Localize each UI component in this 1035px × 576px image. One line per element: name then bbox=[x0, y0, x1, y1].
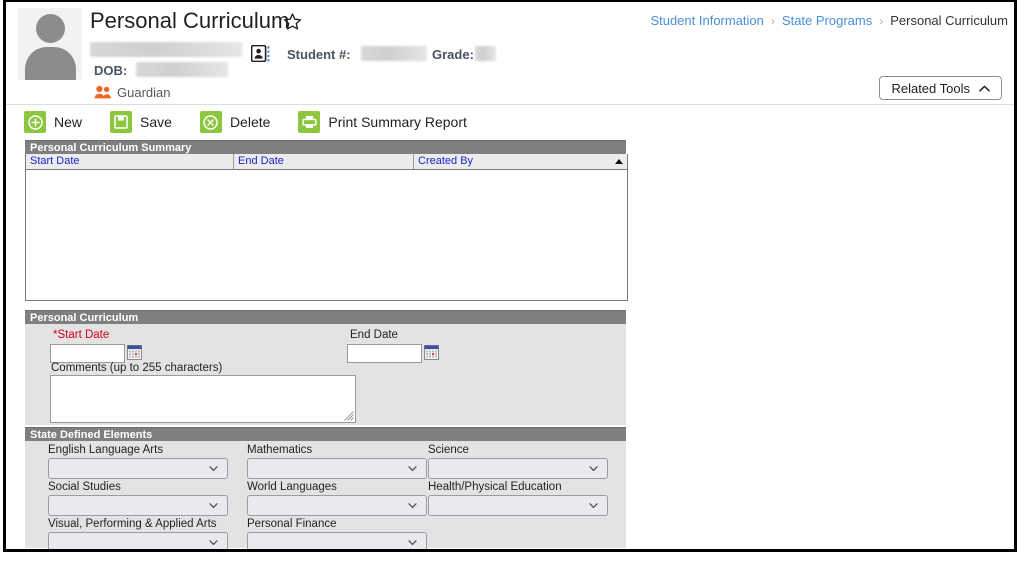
column-header-start-date[interactable]: Start Date bbox=[26, 154, 234, 169]
application-window: Personal Curriculum DOB: Student #: Grad… bbox=[3, 0, 1017, 552]
science-label: Science bbox=[428, 444, 469, 456]
breadcrumb-item-personal-curriculum: Personal Curriculum bbox=[890, 13, 1008, 28]
english-language-arts-select[interactable] bbox=[48, 458, 228, 479]
personal-curriculum-panel: *Start Date End Date Comments (up to 255… bbox=[25, 324, 626, 425]
comments-label: Comments (up to 255 characters) bbox=[51, 362, 223, 374]
personal-curriculum-section-header: Personal Curriculum bbox=[25, 310, 626, 324]
field-visual-performing-applied-arts: Visual, Performing & Applied Arts bbox=[48, 518, 228, 549]
grade-value bbox=[475, 46, 496, 61]
people-icon bbox=[94, 85, 112, 99]
calendar-icon[interactable] bbox=[127, 345, 142, 360]
field-english-language-arts: English Language Arts bbox=[48, 444, 228, 479]
mathematics-label: Mathematics bbox=[247, 444, 313, 456]
delete-button-label: Delete bbox=[229, 114, 271, 130]
new-button[interactable]: New bbox=[24, 111, 82, 133]
social-studies-label: Social Studies bbox=[48, 481, 121, 493]
state-defined-elements-section-header: State Defined Elements bbox=[25, 427, 626, 441]
column-header-end-date[interactable]: End Date bbox=[234, 154, 414, 169]
student-number-label: Student #: bbox=[287, 47, 351, 62]
delete-button[interactable]: Delete bbox=[199, 111, 271, 133]
ascending-sort-arrow-icon bbox=[615, 159, 623, 164]
comments-textarea[interactable] bbox=[50, 375, 356, 423]
field-science: Science bbox=[428, 444, 608, 479]
new-button-label: New bbox=[54, 114, 83, 130]
guardian-row[interactable]: Guardian bbox=[94, 83, 170, 101]
field-health-physical-education: Health/Physical Education bbox=[428, 481, 608, 516]
star-outline-icon[interactable] bbox=[283, 12, 302, 31]
chevron-up-icon bbox=[979, 85, 990, 92]
guardian-label: Guardian bbox=[117, 84, 171, 100]
chevron-down-icon bbox=[408, 501, 417, 510]
mathematics-select[interactable] bbox=[247, 458, 427, 479]
chevron-down-icon bbox=[209, 538, 218, 547]
grade-label: Grade: bbox=[432, 47, 474, 62]
personal-finance-select[interactable] bbox=[247, 532, 427, 549]
chevron-down-icon bbox=[209, 501, 218, 510]
field-world-languages: World Languages bbox=[247, 481, 427, 516]
related-tools-label: Related Tools bbox=[891, 80, 970, 96]
person-avatar-icon bbox=[18, 8, 82, 80]
dob-label: DOB: bbox=[94, 63, 128, 78]
printer-icon bbox=[298, 111, 321, 133]
floppy-disk-icon bbox=[110, 111, 133, 133]
avatar-head bbox=[36, 14, 65, 43]
chevron-down-icon bbox=[589, 501, 598, 510]
social-studies-select[interactable] bbox=[48, 495, 228, 516]
chevron-down-icon bbox=[589, 464, 598, 473]
summary-table-header-row: Start Date End Date Created By bbox=[26, 154, 627, 170]
world-languages-select[interactable] bbox=[247, 495, 427, 516]
contact-card-icon[interactable] bbox=[251, 45, 271, 62]
field-social-studies: Social Studies bbox=[48, 481, 228, 516]
dob-value bbox=[136, 62, 228, 77]
science-select[interactable] bbox=[428, 458, 608, 479]
related-tools-button[interactable]: Related Tools bbox=[879, 76, 1002, 100]
visual-performing-applied-arts-label: Visual, Performing & Applied Arts bbox=[48, 518, 217, 530]
frame-shadow-bottom bbox=[10, 552, 1024, 570]
field-mathematics: Mathematics bbox=[247, 444, 427, 479]
x-circle-icon bbox=[199, 111, 222, 133]
visual-performing-applied-arts-select[interactable] bbox=[48, 532, 228, 549]
summary-table: Start Date End Date Created By bbox=[25, 154, 628, 301]
chevron-down-icon bbox=[209, 464, 218, 473]
health-physical-education-select[interactable] bbox=[428, 495, 608, 516]
student-header: Personal Curriculum DOB: Student #: Grad… bbox=[6, 2, 1014, 105]
world-languages-label: World Languages bbox=[247, 481, 337, 493]
resize-grip-icon[interactable] bbox=[341, 408, 354, 421]
chevron-down-icon bbox=[408, 538, 417, 547]
breadcrumb-item-student-information[interactable]: Student Information bbox=[650, 13, 763, 28]
english-language-arts-label: English Language Arts bbox=[48, 444, 164, 456]
start-date-input[interactable] bbox=[50, 344, 125, 363]
end-date-input[interactable] bbox=[347, 344, 422, 363]
save-button-label: Save bbox=[140, 114, 172, 130]
breadcrumb-separator-icon: › bbox=[879, 13, 884, 28]
breadcrumb-item-state-programs[interactable]: State Programs bbox=[782, 13, 872, 28]
state-defined-elements-panel: English Language Arts Mathematics Scienc… bbox=[25, 441, 626, 549]
plus-circle-icon bbox=[24, 111, 46, 133]
calendar-icon[interactable] bbox=[424, 345, 439, 360]
screenshot-root: Personal Curriculum DOB: Student #: Grad… bbox=[0, 0, 1035, 576]
summary-section-header: Personal Curriculum Summary bbox=[25, 140, 626, 154]
avatar-body bbox=[25, 47, 76, 80]
student-number-value bbox=[361, 46, 427, 61]
save-button[interactable]: Save bbox=[110, 111, 172, 133]
column-header-created-by[interactable]: Created By bbox=[414, 154, 627, 169]
field-personal-finance: Personal Finance bbox=[247, 518, 427, 549]
start-date-label: *Start Date bbox=[53, 329, 110, 341]
page-title: Personal Curriculum bbox=[90, 8, 290, 33]
print-summary-report-button[interactable]: Print Summary Report bbox=[298, 111, 467, 133]
personal-finance-label: Personal Finance bbox=[247, 518, 337, 530]
action-toolbar: New Save Delete Print Summary Report bbox=[6, 106, 1014, 138]
print-summary-report-label: Print Summary Report bbox=[328, 114, 467, 130]
column-header-created-by-label: Created By bbox=[418, 155, 474, 167]
summary-table-body bbox=[26, 170, 627, 300]
health-physical-education-label: Health/Physical Education bbox=[428, 481, 562, 493]
breadcrumb-separator-icon: › bbox=[770, 13, 775, 28]
breadcrumb: Student Information › State Programs › P… bbox=[650, 13, 1008, 28]
chevron-down-icon bbox=[408, 464, 417, 473]
end-date-label: End Date bbox=[350, 329, 398, 341]
student-name-value bbox=[90, 42, 242, 57]
